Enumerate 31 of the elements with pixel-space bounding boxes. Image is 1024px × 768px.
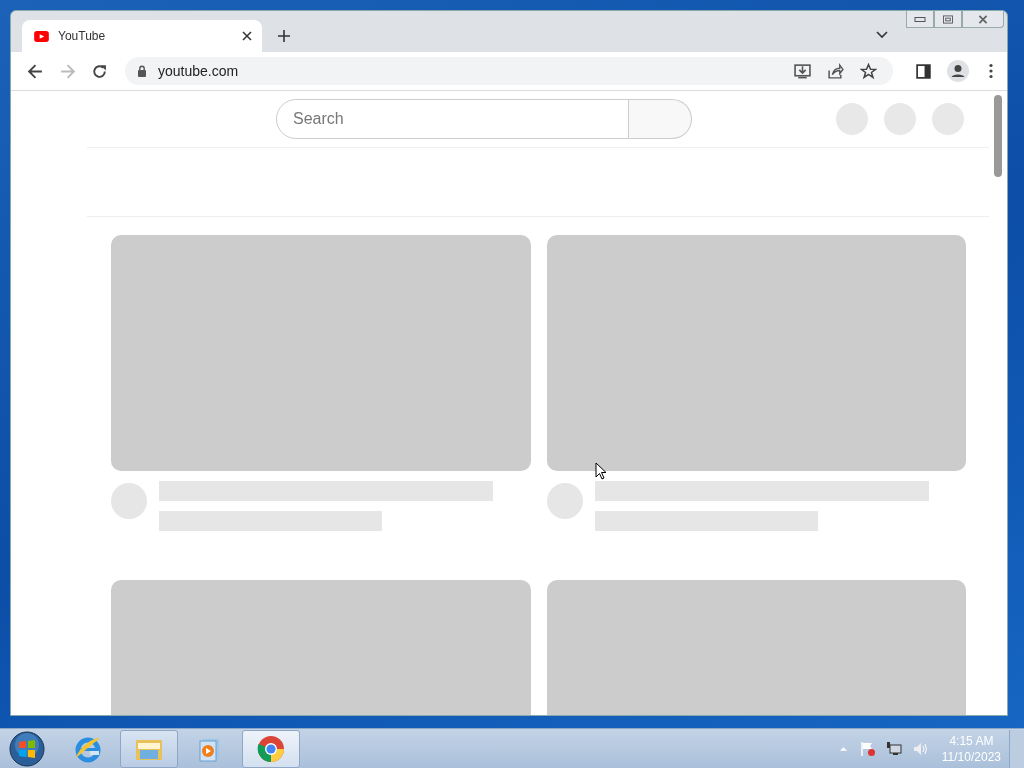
minimize-button[interactable] <box>906 11 934 28</box>
scrollbar-thumb[interactable] <box>994 95 1002 177</box>
lock-icon <box>137 65 147 77</box>
side-panel-icon[interactable] <box>915 62 932 80</box>
close-icon <box>977 14 989 24</box>
new-tab-icon[interactable] <box>278 30 290 42</box>
profile-icon[interactable] <box>947 60 969 82</box>
menu-icon[interactable] <box>989 63 993 79</box>
close-button[interactable] <box>962 11 1004 28</box>
back-icon[interactable] <box>27 62 44 80</box>
close-icon[interactable] <box>242 31 252 41</box>
share-icon[interactable] <box>827 62 844 80</box>
flag-icon[interactable] <box>859 740 876 757</box>
install-icon[interactable] <box>794 62 811 80</box>
chevron-down-icon[interactable] <box>876 31 888 39</box>
address-bar[interactable]: youtube.com <box>125 57 893 85</box>
start-button[interactable] <box>9 730 45 767</box>
search-field[interactable]: Search <box>276 99 629 139</box>
star-icon[interactable] <box>860 62 877 80</box>
browser-tab[interactable]: YouTube <box>22 20 262 52</box>
maximize-button[interactable] <box>934 11 962 28</box>
avatar-placeholder <box>547 483 583 519</box>
taskbar-button[interactable] <box>242 729 300 768</box>
restore-icon <box>942 14 954 24</box>
chrome-icon <box>256 733 286 764</box>
reload-icon[interactable] <box>91 62 108 80</box>
network-icon[interactable] <box>885 740 902 757</box>
avatar-placeholder <box>111 483 147 519</box>
minimize-icon <box>914 14 926 24</box>
mouse-cursor-icon <box>595 462 607 480</box>
play-logo-icon <box>34 30 49 42</box>
